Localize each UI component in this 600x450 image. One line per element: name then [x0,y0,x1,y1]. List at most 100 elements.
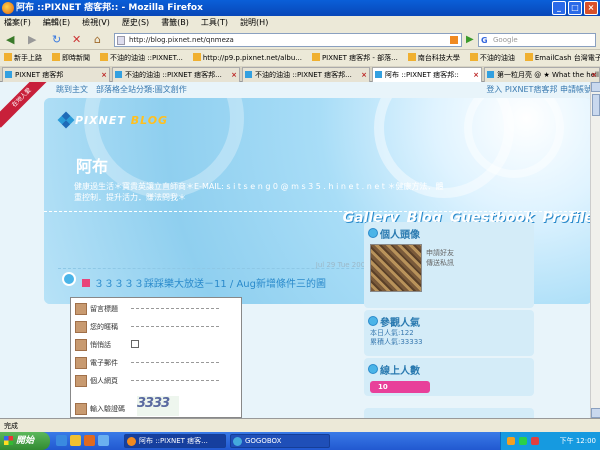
window-title: 阿布 ::PIXNET 痞客邦:: - Mozilla Firefox [16,3,203,13]
sidebar: 個人頭像 申請好友 傳送私訊 參觀人氣 本日人氣:122 累積人氣:33333 … [364,222,584,418]
tray-icon[interactable] [531,437,539,445]
tab-pixnet[interactable]: PIXNET 痞客邦 × [2,67,110,82]
post-title[interactable]: ３３３３３踩踩樂大放送－11 / Aug新增條件三的圖 [82,275,326,290]
online-counter: 10 [370,381,430,393]
captcha-image: 3333 [137,396,179,416]
tray-icon[interactable] [507,437,515,445]
clock[interactable]: 下午 12:00 [560,437,596,445]
avatar-icon [75,357,87,369]
page-scrollbar[interactable] [590,82,600,418]
avatar-icon [75,303,87,315]
forward-icon[interactable]: ▶ [28,33,36,47]
blog-title[interactable]: 阿布 [76,153,108,177]
tab-bar: PIXNET 痞客邦 × 不油的油油 ::PIXNET 痞客邦... × 不油的油油… [0,66,600,82]
popularity-box: 參觀人氣 本日人氣:122 累積人氣:33333 [364,310,534,356]
tab-youyou-1[interactable]: 不油的油油 ::PIXNET 痞客邦... × [112,67,240,82]
google-icon: G [481,36,488,45]
tab-abu[interactable]: 阿布 ::PIXNET 痞客邦:: × [372,67,482,82]
firefox-icon [127,437,136,446]
reload-icon[interactable]: ↻ [52,33,61,47]
private-checkbox[interactable] [131,340,139,348]
menu-bookmarks[interactable]: 書籤(B) [161,16,189,30]
system-tray: 下午 12:00 [500,432,600,450]
popularity-heading: 參觀人氣 [364,310,534,329]
profile-heading: 個人頭像 [364,222,534,241]
menu-view[interactable]: 檢視(V) [82,16,110,30]
taskbar: 開始 阿布 ::PIXNET 痞客... GOGOBOX 下午 12:00 [0,432,600,450]
form-row-private[interactable]: 悄悄話 [75,338,139,352]
messenger-icon[interactable] [70,435,81,446]
bookmark-item[interactable]: 南台科技大學 [407,51,460,65]
avatar-icon [75,321,87,333]
task-firefox[interactable]: 阿布 ::PIXNET 痞客... [124,434,226,448]
go-icon[interactable]: ▶ [466,33,474,47]
menu-edit[interactable]: 編輯(E) [43,16,70,30]
menu-file[interactable]: 檔案(F) [4,16,31,30]
menu-bar: 檔案(F) 編輯(E) 檢視(V) 歷史(S) 書籤(B) 工具(T) 說明(H… [0,16,600,30]
bookmark-item[interactable]: PIXNET 痞客邦 - 部落... [311,51,398,65]
post-bubble-icon [62,272,76,286]
tray-icon[interactable] [519,437,527,445]
address-bar[interactable]: http://blog.pixnet.net/qnmeza [114,33,462,47]
status-bar: 完成 [0,418,600,432]
scroll-down-icon[interactable] [591,408,600,418]
quick-launch [56,435,109,446]
start-button[interactable]: 開始 [0,432,50,450]
minimize-button[interactable]: _ [552,1,566,15]
home-icon[interactable]: ⌂ [94,33,101,47]
next-box [364,408,534,418]
menu-history[interactable]: 歷史(S) [122,16,149,30]
bookmark-item[interactable]: http://p9.p.pixnet.net/albu... [192,51,302,65]
scroll-thumb[interactable] [592,94,600,116]
add-friend-link[interactable]: 申請好友 [426,248,454,258]
task-gogobox[interactable]: GOGOBOX [230,434,330,448]
pink-tag-icon [82,279,90,287]
bookmark-item[interactable]: 不油的油油 [469,51,515,65]
navigation-toolbar: ◀ ▶ ↻ ✕ ⌂ http://blog.pixnet.net/qnmeza … [0,30,600,50]
search-placeholder: Google [493,36,518,44]
online-heading: 線上人數 [364,358,534,377]
windows-flag-icon [4,436,13,445]
pixnet-logo[interactable]: PIXNET BLOG [57,111,168,129]
tab-youyou-2[interactable]: 不油的油油 ::PIXNET 痞客邦... × [242,67,370,82]
top-nav-left[interactable]: 跳到主文 部落格全站分類:圖文創作 [56,84,187,95]
menu-tools[interactable]: 工具(T) [201,16,228,30]
search-input[interactable]: G Google [478,33,596,47]
close-button[interactable]: × [584,1,598,15]
top-nav-right[interactable]: 登入 PIXNET痞客邦 申請帳號 [486,84,592,95]
rss-icon[interactable] [450,36,458,44]
profile-avatar[interactable] [370,244,422,292]
back-icon[interactable]: ◀ [6,33,14,47]
ie-icon[interactable] [56,435,67,446]
tab-moon[interactable]: 第一粒月亮 @ ★ What the hell~!!! /...× [484,67,600,82]
bookmark-item[interactable]: 新手上路 [4,51,42,65]
bookmark-item[interactable]: 不油的油油 ::PIXNET... [100,51,183,65]
bookmarks-toolbar: 新手上路 即時新聞 不油的油油 ::PIXNET... http://p9.p.… [0,51,600,65]
comment-form: 留言標題 您的暱稱 悄悄話 電子郵件 個人網頁 輸入驗證碼 3333 [70,297,242,418]
maximize-button[interactable]: □ [568,1,582,15]
send-message-link[interactable]: 傳送私訊 [426,258,454,268]
page-content: 在地人愛 跳到主文 部落格全站分類:圖文創作 登入 PIXNET痞客邦 申請帳號… [0,82,600,418]
form-row-website[interactable]: 個人網頁 [75,374,219,388]
avatar-icon [75,375,87,387]
total-views: 累積人氣:33333 [370,338,423,346]
media-icon[interactable] [84,435,95,446]
blog-description: 健康過生活＊寶貴英讓立直師商＊E-MAIL: s i t s e n g 0 @… [74,182,444,202]
menu-help[interactable]: 說明(H) [240,16,268,30]
bookmark-item[interactable]: EmailCash 台灣電子郵... [524,51,600,65]
pixnet-x-icon [57,111,75,129]
scroll-up-icon[interactable] [591,82,600,92]
form-row-email[interactable]: 電子郵件 [75,356,219,370]
online-box: 線上人數 10 [364,358,534,396]
bookmark-item[interactable]: 即時新聞 [52,51,90,65]
window-titlebar: 阿布 ::PIXNET 痞客邦:: - Mozilla Firefox _ □ … [0,0,600,16]
address-text: http://blog.pixnet.net/qnmeza [129,36,234,44]
today-views: 本日人氣:122 [370,329,414,337]
form-row-nickname[interactable]: 您的暱稱 [75,320,219,334]
desktop-icon[interactable] [98,435,109,446]
post-date: Jul 29 Tue 2008 10:22 [58,261,394,269]
stop-icon[interactable]: ✕ [72,33,81,47]
form-row-title[interactable]: 留言標題 [75,302,219,316]
page-icon [117,36,125,45]
form-row-captcha[interactable]: 輸入驗證碼 [75,402,125,416]
